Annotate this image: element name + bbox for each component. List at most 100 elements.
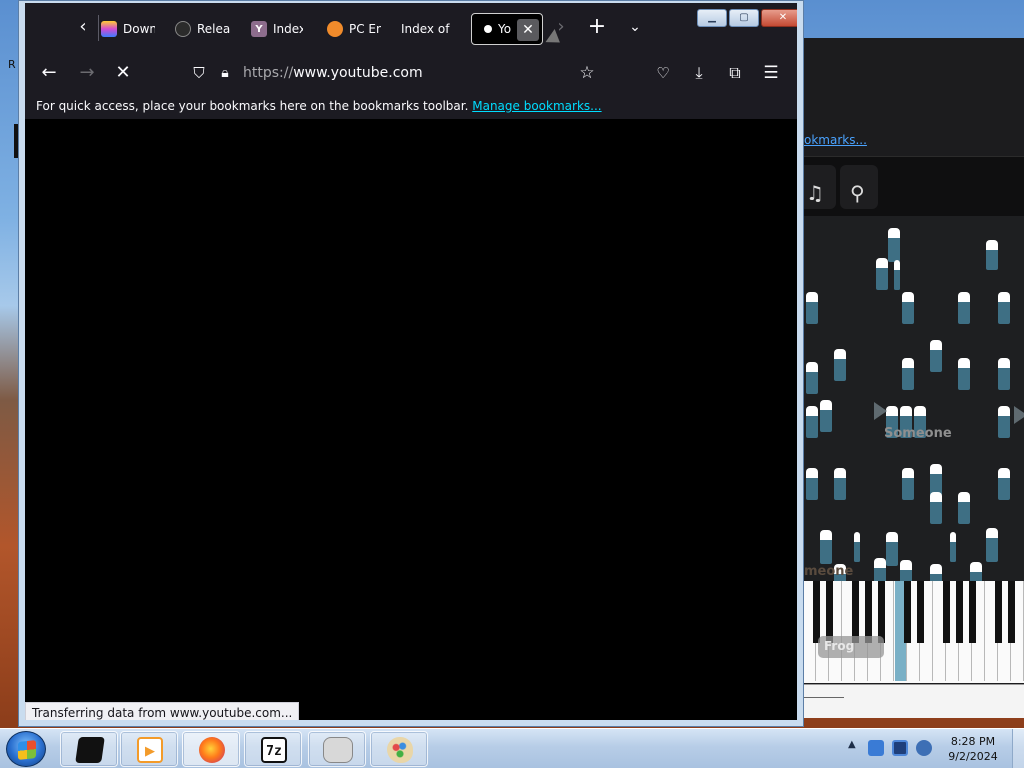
falling-note <box>998 358 1010 390</box>
taskbar-app-media-player[interactable]: ▶ <box>120 731 178 767</box>
usb-button[interactable]: ⚲ <box>840 165 878 209</box>
falling-note <box>876 258 888 290</box>
falling-note <box>958 292 970 324</box>
tab-youtube-active[interactable]: Yo ✕ <box>471 13 543 45</box>
github-icon <box>175 21 191 37</box>
bookmark-star-icon[interactable]: ☆ <box>575 61 599 85</box>
browser-frame: ‹ Down Relea Y Index PC En Index of / Yo… <box>25 3 797 720</box>
tab-label: Down <box>123 22 155 36</box>
black-key[interactable] <box>904 581 911 643</box>
show-hidden-icons-chevron-up-icon[interactable]: ▲ <box>848 739 856 750</box>
black-key[interactable] <box>917 581 924 643</box>
black-key[interactable] <box>943 581 950 643</box>
player-cursor-icon <box>874 402 887 420</box>
browser-window[interactable]: ‹ Down Relea Y Index PC En Index of / Yo… <box>18 0 804 727</box>
tab-pc-en[interactable]: PC En <box>323 13 385 45</box>
tab-label: Yo <box>498 22 512 36</box>
windows-logo-icon <box>18 740 36 760</box>
taskbar-app-paint[interactable] <box>370 731 428 767</box>
tab-label: Index of / <box>401 22 453 36</box>
back-arrow-icon[interactable]: ← <box>37 61 61 85</box>
taskbar-app-7zip[interactable]: 7z <box>244 731 302 767</box>
display-tray-icon[interactable] <box>892 740 908 756</box>
black-key[interactable] <box>865 581 872 643</box>
tab-downloads[interactable]: Down <box>97 13 159 45</box>
firefox-icon <box>199 737 225 763</box>
list-all-tabs-chevron-down-icon[interactable]: ⌄ <box>623 15 647 39</box>
tabs-scroll-left-button[interactable]: ‹ <box>73 17 93 37</box>
black-key[interactable] <box>826 581 833 643</box>
taskbar-app-black-window[interactable] <box>60 731 118 767</box>
manage-bookmarks-link[interactable]: Manage bookmarks... <box>472 99 601 113</box>
black-key[interactable] <box>956 581 963 643</box>
falling-note <box>950 532 956 562</box>
black-key[interactable] <box>813 581 820 643</box>
minimize-button[interactable]: ▁ <box>697 9 727 27</box>
pocket-icon[interactable]: ♡ <box>651 61 675 85</box>
falling-note <box>806 362 818 394</box>
tab-label: Index <box>273 22 303 36</box>
piano-keyboard[interactable] <box>804 581 1024 683</box>
clock[interactable]: 8:28 PM 9/2/2024 <box>946 734 1000 764</box>
falling-note <box>902 468 914 500</box>
stop-loading-icon[interactable]: ✕ <box>111 61 135 85</box>
status-bar: Transferring data from www.youtube.com..… <box>25 702 300 720</box>
falling-note <box>986 240 998 270</box>
loading-dot-icon <box>484 25 492 33</box>
divider <box>804 697 844 698</box>
usb-icon: ⚲ <box>850 181 865 205</box>
music-note-icon: ♫ <box>806 181 824 205</box>
window-caption-buttons: ▁ ▢ ✕ <box>697 9 797 27</box>
clock-time: 8:28 PM <box>950 735 996 748</box>
volume-tray-icon[interactable] <box>916 740 932 756</box>
media-player-icon: ▶ <box>137 737 163 763</box>
system-tray: ▲ 8:28 PM 9/2/2024 <box>834 729 1024 768</box>
network-tray-icon[interactable] <box>868 740 884 756</box>
falling-note <box>854 532 860 562</box>
taskbar: ▶ 7z ▲ 8:28 PM 9/2/2024 <box>0 728 1024 768</box>
tab-index[interactable]: Y Index <box>247 13 307 45</box>
page-content[interactable]: Transferring data from www.youtube.com..… <box>25 119 797 720</box>
downloads-icon[interactable]: ⤓ <box>687 61 711 85</box>
falling-note <box>902 292 914 324</box>
black-key[interactable] <box>852 581 859 643</box>
close-tab-icon[interactable]: ✕ <box>517 19 539 41</box>
black-key[interactable] <box>969 581 976 643</box>
falling-note <box>820 530 832 564</box>
tracking-protection-shield-icon[interactable]: ⛉ <box>187 61 211 85</box>
background-manage-bookmarks-link[interactable]: okmarks... <box>804 133 867 147</box>
window-close-button[interactable]: ✕ <box>761 9 797 27</box>
taskbar-app-firefox[interactable] <box>182 731 240 767</box>
menu-hamburger-icon[interactable]: ☰ <box>759 61 783 85</box>
y-letter-icon: Y <box>251 21 267 37</box>
falling-note <box>998 468 1010 500</box>
falling-note <box>888 228 900 262</box>
lock-icon[interactable]: 🔒︎ <box>213 61 237 85</box>
falling-note <box>958 358 970 390</box>
desktop-partial-label: R <box>8 58 16 71</box>
tab-releases[interactable]: Relea <box>171 13 235 45</box>
black-key[interactable] <box>995 581 1002 643</box>
url-text[interactable]: https://www.youtube.com <box>243 65 423 81</box>
maximize-button[interactable]: ▢ <box>729 9 759 27</box>
clock-date: 9/2/2024 <box>948 750 998 763</box>
black-window-icon <box>75 737 105 763</box>
new-tab-plus-icon[interactable]: + <box>585 15 609 39</box>
bookmarks-toolbar: For quick access, place your bookmarks h… <box>25 95 797 119</box>
extensions-icon[interactable]: ⧉ <box>723 61 747 85</box>
taskbar-app-gamepad[interactable] <box>308 731 366 767</box>
tab-label: Relea <box>197 22 231 36</box>
url-host: www.youtube.com <box>293 65 423 81</box>
falling-note <box>834 349 846 381</box>
falling-note <box>834 468 846 500</box>
tab-index-of[interactable]: Index of / <box>397 13 457 45</box>
show-desktop-button[interactable] <box>1012 729 1024 768</box>
black-key[interactable] <box>1008 581 1015 643</box>
colorful-stack-icon <box>101 21 117 37</box>
black-key[interactable] <box>878 581 885 643</box>
start-button[interactable] <box>6 731 46 767</box>
player-cursor-icon <box>1014 406 1024 424</box>
gamepad-icon <box>323 737 353 763</box>
forward-arrow-icon[interactable]: → <box>75 61 99 85</box>
falling-note <box>998 406 1010 438</box>
